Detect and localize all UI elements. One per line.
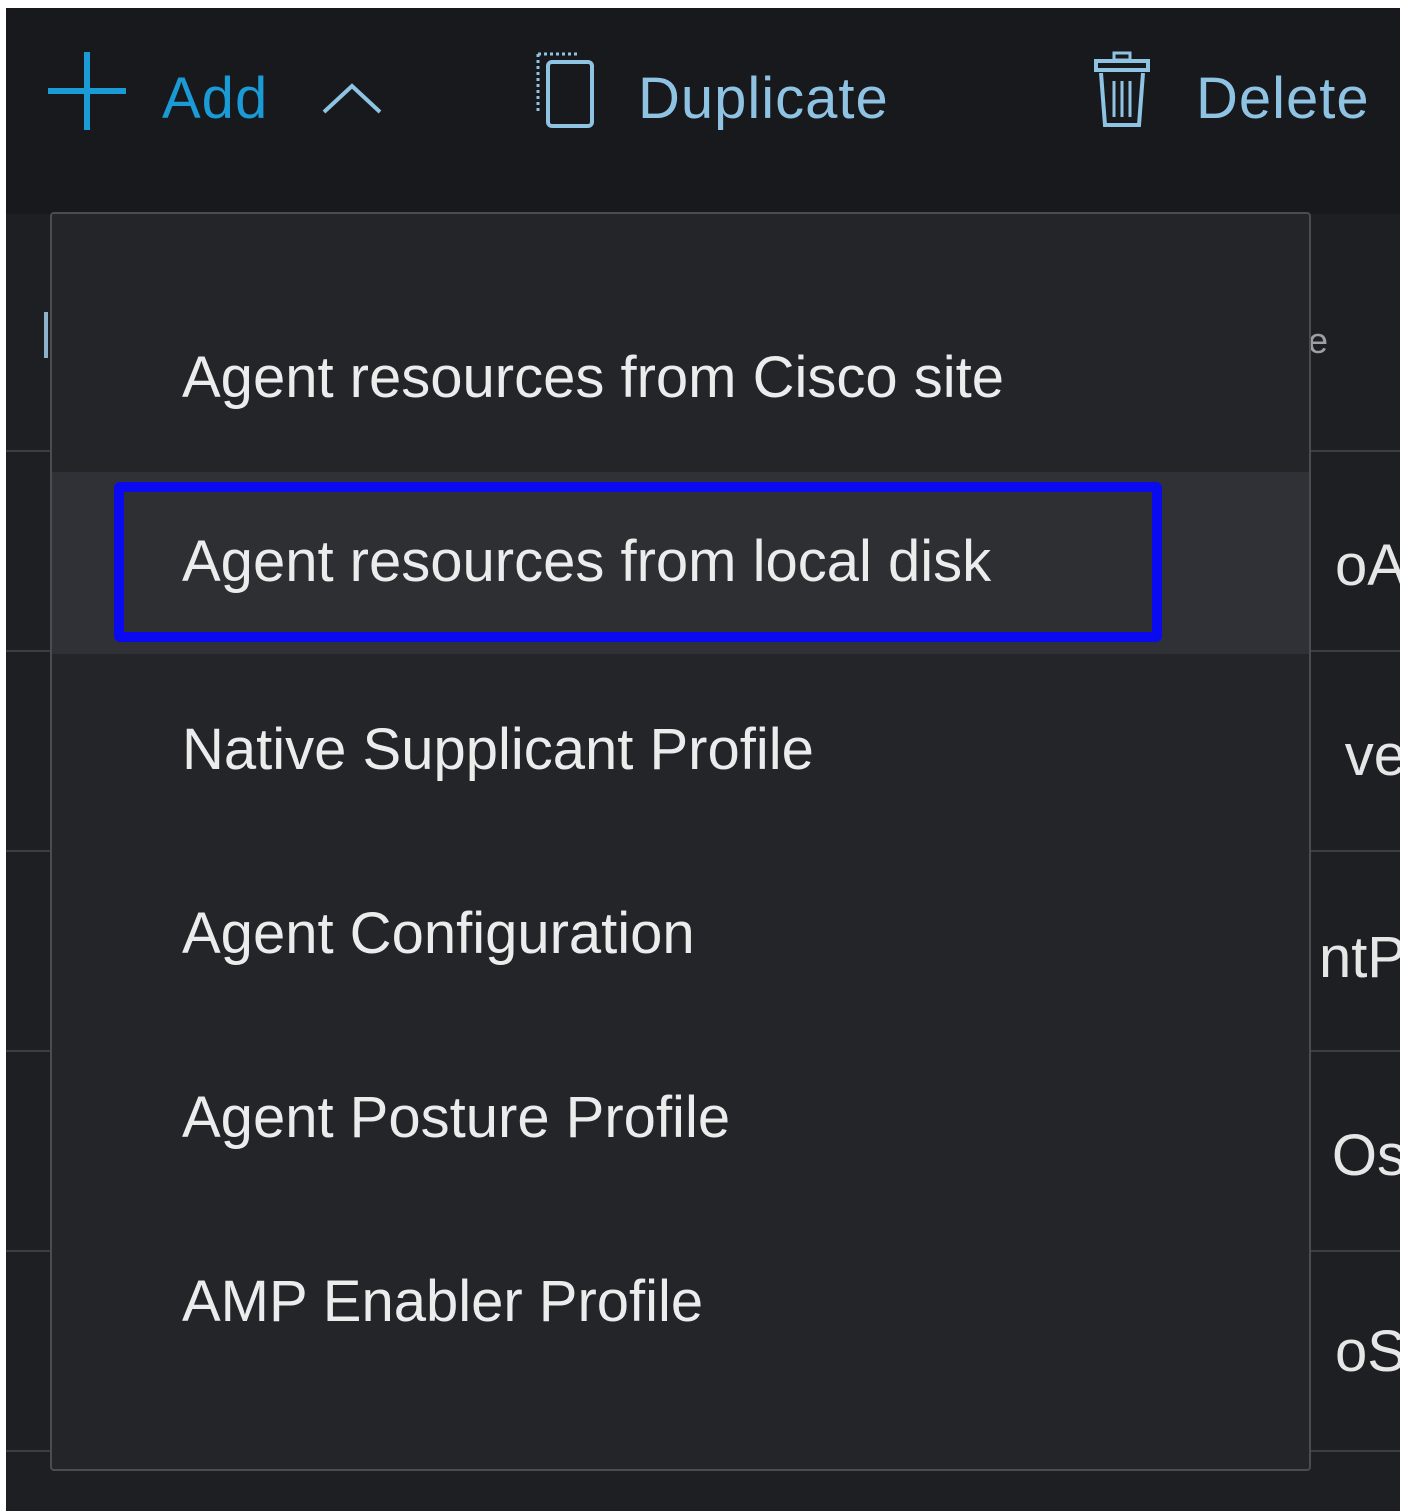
menu-item-label: Agent Posture Profile — [182, 1084, 731, 1150]
delete-button-label: Delete — [1196, 65, 1370, 131]
menu-item-label: Agent resources from Cisco site — [182, 344, 1004, 410]
table-row[interactable]: Os — [1332, 1122, 1400, 1189]
table-row[interactable]: ve — [1345, 722, 1400, 789]
posture-client-provisioning-panel: Add Duplicate Delete e oA ve ntP Os oS A… — [6, 8, 1400, 1511]
add-button-label: Add — [162, 65, 269, 131]
menu-item-label: AMP Enabler Profile — [182, 1268, 704, 1334]
add-button[interactable]: Add — [46, 38, 384, 158]
table-row[interactable]: oA — [1335, 532, 1400, 599]
menu-item-label: Native Supplicant Profile — [182, 716, 814, 782]
column-header-fragment: e — [1308, 320, 1329, 361]
table-row[interactable]: ntP — [1319, 924, 1400, 991]
add-dropdown-menu: Agent resources from Cisco site Agent re… — [50, 212, 1311, 1471]
menu-item-agent-configuration[interactable]: Agent Configuration — [52, 842, 1309, 1024]
menu-item-cisco-site[interactable]: Agent resources from Cisco site — [52, 286, 1309, 468]
chevron-up-icon[interactable] — [320, 65, 384, 132]
menu-item-native-supplicant-profile[interactable]: Native Supplicant Profile — [52, 658, 1309, 840]
duplicate-button[interactable]: Duplicate — [534, 38, 889, 158]
column-header-divider — [44, 312, 48, 358]
menu-item-agent-posture-profile[interactable]: Agent Posture Profile — [52, 1026, 1309, 1208]
duplicate-button-label: Duplicate — [638, 65, 889, 131]
delete-button[interactable]: Delete — [1092, 38, 1370, 158]
table-row[interactable]: oS — [1335, 1318, 1400, 1385]
menu-item-local-disk-label-row[interactable]: Agent resources from local disk — [52, 470, 1309, 652]
duplicate-icon — [534, 50, 596, 146]
menu-item-amp-enabler-profile[interactable]: AMP Enabler Profile — [52, 1210, 1309, 1392]
menu-item-label: Agent resources from local disk — [182, 528, 992, 594]
plus-icon — [46, 50, 128, 146]
trash-icon — [1092, 51, 1152, 145]
toolbar: Add Duplicate Delete — [6, 8, 1400, 214]
menu-item-label: Agent Configuration — [182, 900, 695, 966]
